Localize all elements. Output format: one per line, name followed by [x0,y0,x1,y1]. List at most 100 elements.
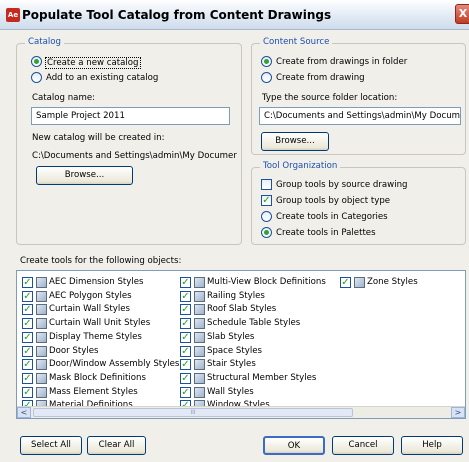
object-label: Curtain Wall Styles [49,304,130,315]
add-existing-catalog-radio[interactable] [31,72,42,83]
object-label: AEC Dimension Styles [49,277,144,287]
object-checkbox[interactable]: ✓ [180,372,191,384]
source-folder-field[interactable]: C:\Documents and Settings\admin\My Docum… [259,107,461,125]
object-checkbox[interactable]: ✓ [22,331,33,343]
object-checkbox[interactable]: ✓ [22,318,33,330]
from-folder-label[interactable]: Create from drawings in folder [276,57,407,67]
dimension-icon [36,277,47,288]
in-palettes-label[interactable]: Create tools in Palettes [276,228,376,238]
object-label: Slab Styles [207,331,255,342]
object-label: Stair Styles [207,359,256,370]
catalog-name-label: Catalog name: [32,93,96,103]
ok-button[interactable]: OK [263,436,325,455]
group-by-source-label[interactable]: Group tools by source drawing [276,180,408,190]
object-label: Display Theme Styles [49,331,142,342]
display-theme-icon [36,331,47,343]
window-title: Populate Tool Catalog from Content Drawi… [22,8,332,22]
select-all-button[interactable]: Select All [20,436,82,455]
object-checkbox[interactable]: ✓ [22,359,33,371]
catalog-name-field[interactable]: Sample Project 2011 [31,107,230,125]
clear-all-button[interactable]: Clear All [87,436,146,455]
object-checkbox[interactable]: ✓ [22,304,33,316]
curtain-wall-icon [36,304,47,316]
cancel-button[interactable]: Cancel [332,436,394,455]
object-checkbox[interactable]: ✓ [22,345,33,357]
schedule-table-icon [194,318,205,330]
object-label: Curtain Wall Unit Styles [49,318,151,329]
object-checkbox[interactable]: ✓ [180,345,191,357]
object-checkbox[interactable]: ✓ [180,290,191,302]
railing-icon [194,290,205,302]
object-checkbox[interactable]: ✓ [180,359,191,371]
app-icon: Ae [6,8,20,22]
object-label: Roof Slab Styles [207,304,277,315]
create-new-catalog-radio[interactable] [31,56,42,67]
scroll-thumb[interactable]: III [33,408,353,417]
wall-icon [194,386,205,398]
catalog-browse-button[interactable]: Browse... [36,166,133,185]
stair-icon [194,359,205,371]
object-label: Zone Styles [367,277,418,287]
in-categories-radio[interactable] [261,211,272,222]
object-checkbox[interactable]: ✓ [180,304,191,316]
object-label: Railing Styles [207,290,265,301]
door-window-assembly-icon [36,359,47,371]
object-label: Mask Block Definitions [49,372,146,383]
object-checkbox[interactable]: ✓ [22,372,33,384]
objects-checklist[interactable]: ✓ AEC Dimension Styles ✓ AEC Polygon Styles… [16,270,466,419]
create-new-catalog-label[interactable]: Create a new catalog [45,57,141,69]
created-in-path: C:\Documents and Settings\admin\My Docum… [32,151,237,161]
group-by-type-checkbox[interactable]: ✓ [261,195,272,206]
object-checkbox[interactable]: ✓ [22,290,33,302]
in-palettes-radio[interactable] [261,227,272,238]
object-label: Space Styles [207,345,262,356]
curtain-wall-unit-icon [36,318,47,330]
object-label: Structural Member Styles [207,372,317,383]
mass-element-icon [36,386,47,398]
add-existing-catalog-label[interactable]: Add to an existing catalog [46,73,158,83]
door-icon [36,345,47,357]
object-checkbox[interactable]: ✓ [340,277,351,288]
object-checkbox[interactable]: ✓ [22,386,33,398]
object-checkbox[interactable]: ✓ [22,277,33,288]
group-by-source-checkbox[interactable] [261,179,272,190]
group-by-type-label[interactable]: Group tools by object type [276,196,390,206]
object-label: Multi-View Block Definitions [207,277,326,287]
object-checkbox[interactable]: ✓ [180,386,191,398]
catalog-group-title: Catalog [25,37,65,47]
structural-member-icon [194,372,205,384]
source-browse-button[interactable]: Browse... [261,132,329,151]
content-source-group-title: Content Source [260,37,333,47]
slab-icon [194,331,205,343]
populate-tool-catalog-dialog: Ae Populate Tool Catalog from Content Dr… [0,0,469,462]
title-bar[interactable]: Ae Populate Tool Catalog from Content Dr… [0,0,469,30]
zone-icon [354,277,365,288]
close-button[interactable]: X [455,4,469,24]
roof-slab-icon [194,304,205,316]
space-icon [194,345,205,357]
objects-list-label: Create tools for the following objects: [20,256,182,266]
from-drawing-radio[interactable] [261,72,272,83]
created-in-label: New catalog will be created in: [32,133,165,143]
from-folder-radio[interactable] [261,56,272,67]
polygon-icon [36,290,47,302]
scroll-left-button[interactable]: < [17,407,31,418]
source-folder-label: Type the source folder location: [262,93,398,103]
object-label: Wall Styles [207,386,254,397]
object-label: Door Styles [49,345,99,356]
from-drawing-label[interactable]: Create from drawing [276,73,365,83]
scroll-right-button[interactable]: > [451,407,465,418]
object-checkbox[interactable]: ✓ [180,331,191,343]
object-checkbox[interactable]: ✓ [180,318,191,330]
tool-organization-group-title: Tool Organization [260,161,341,171]
object-label: Door/Window Assembly Styles [49,359,180,370]
help-button[interactable]: Help [401,436,463,455]
object-checkbox[interactable]: ✓ [180,277,191,288]
multi-view-block-icon [194,277,205,288]
horizontal-scrollbar[interactable]: < III > [17,406,465,418]
mask-block-icon [36,372,47,384]
object-label: AEC Polygon Styles [49,290,132,301]
in-categories-label[interactable]: Create tools in Categories [276,212,388,222]
object-label: Mass Element Styles [49,386,138,397]
object-label: Schedule Table Styles [207,318,301,329]
